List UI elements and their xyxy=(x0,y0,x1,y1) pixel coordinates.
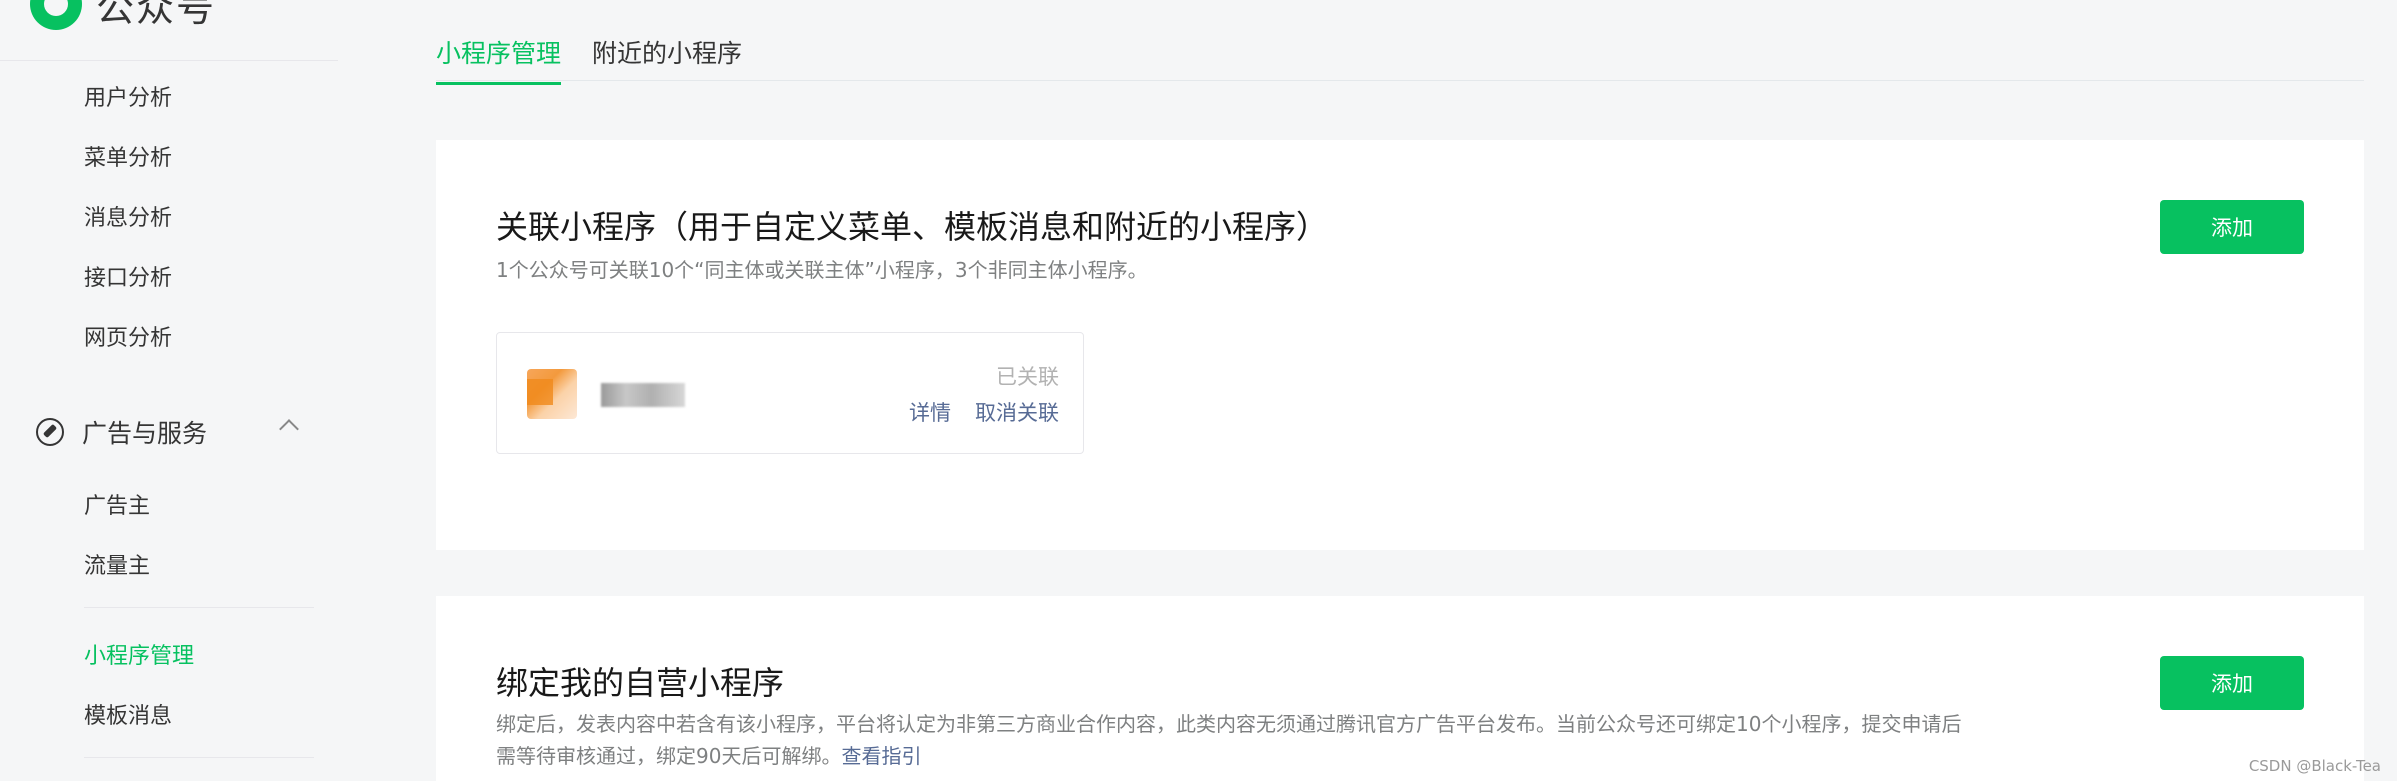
miniprogram-avatar xyxy=(527,369,577,419)
sidebar-divider xyxy=(84,607,314,608)
section-title: 绑定我的自营小程序 xyxy=(496,664,785,702)
linked-miniprogram-card: 关联小程序（用于自定义菜单、模板消息和附近的小程序） 1个公众号可关联10个“同… xyxy=(436,140,2364,550)
tab-bar: 小程序管理 附近的小程序 xyxy=(436,0,2364,85)
wechat-logo-icon xyxy=(30,0,82,30)
chevron-up-icon[interactable] xyxy=(279,419,299,439)
description-text: 需等待审核通过，绑定90天后可解绑。 xyxy=(496,744,842,768)
tab-miniprogram-management[interactable]: 小程序管理 xyxy=(436,34,562,85)
sidebar-item-miniprogram-management[interactable]: 小程序管理 xyxy=(84,638,194,670)
add-bind-miniprogram-button[interactable]: 添加 xyxy=(2160,656,2304,710)
sidebar-item-menu-analysis[interactable]: 菜单分析 xyxy=(84,140,172,172)
sidebar-divider xyxy=(0,60,338,61)
section-title: 关联小程序（用于自定义菜单、模板消息和附近的小程序） xyxy=(496,208,1329,246)
sidebar-item-template-message[interactable]: 模板消息 xyxy=(84,698,172,730)
sidebar-item-api-analysis[interactable]: 接口分析 xyxy=(84,260,172,292)
sidebar-group-label: 广告与服务 xyxy=(82,419,208,448)
section-description-line1: 绑定后，发表内容中若含有该小程序，平台将认定为非第三方商业合作内容，此类内容无须… xyxy=(496,712,1962,736)
tab-nearby-miniprogram[interactable]: 附近的小程序 xyxy=(592,34,742,82)
linked-miniprogram-item: 已关联 详情 取消关联 xyxy=(496,332,1084,454)
sidebar-item-web-analysis[interactable]: 网页分析 xyxy=(84,320,172,352)
sidebar: 公众号 用户分析 菜单分析 消息分析 接口分析 网页分析 广告与服务 广告主 流… xyxy=(0,0,340,781)
view-guide-link[interactable]: 查看指引 xyxy=(841,744,921,768)
brand-logo[interactable]: 公众号 xyxy=(30,0,216,30)
item-actions: 详情 取消关联 xyxy=(909,397,1059,427)
miniprogram-name-redacted xyxy=(601,383,685,407)
detail-link[interactable]: 详情 xyxy=(909,397,951,427)
brand-name: 公众号 xyxy=(96,0,217,30)
status-badge: 已关联 xyxy=(996,365,1059,389)
sidebar-item-user-analysis[interactable]: 用户分析 xyxy=(84,80,172,112)
watermark: CSDN @Black-Tea xyxy=(2248,757,2381,775)
section-description: 1个公众号可关联10个“同主体或关联主体”小程序，3个非同主体小程序。 xyxy=(496,258,1148,282)
sidebar-item-message-analysis[interactable]: 消息分析 xyxy=(84,200,172,232)
section-description-line2: 需等待审核通过，绑定90天后可解绑。查看指引 xyxy=(496,740,921,772)
sidebar-group-ads-services[interactable]: 广告与服务 xyxy=(36,414,299,450)
compass-icon xyxy=(36,418,64,446)
sidebar-item-publisher[interactable]: 流量主 xyxy=(84,548,150,580)
sidebar-item-advertiser[interactable]: 广告主 xyxy=(84,488,150,520)
unlink-link[interactable]: 取消关联 xyxy=(975,397,1059,427)
sidebar-divider xyxy=(84,757,314,758)
add-linked-miniprogram-button[interactable]: 添加 xyxy=(2160,200,2304,254)
page: 公众号 用户分析 菜单分析 消息分析 接口分析 网页分析 广告与服务 广告主 流… xyxy=(0,0,2397,781)
bind-miniprogram-card: 绑定我的自营小程序 绑定后，发表内容中若含有该小程序，平台将认定为非第三方商业合… xyxy=(436,596,2364,781)
